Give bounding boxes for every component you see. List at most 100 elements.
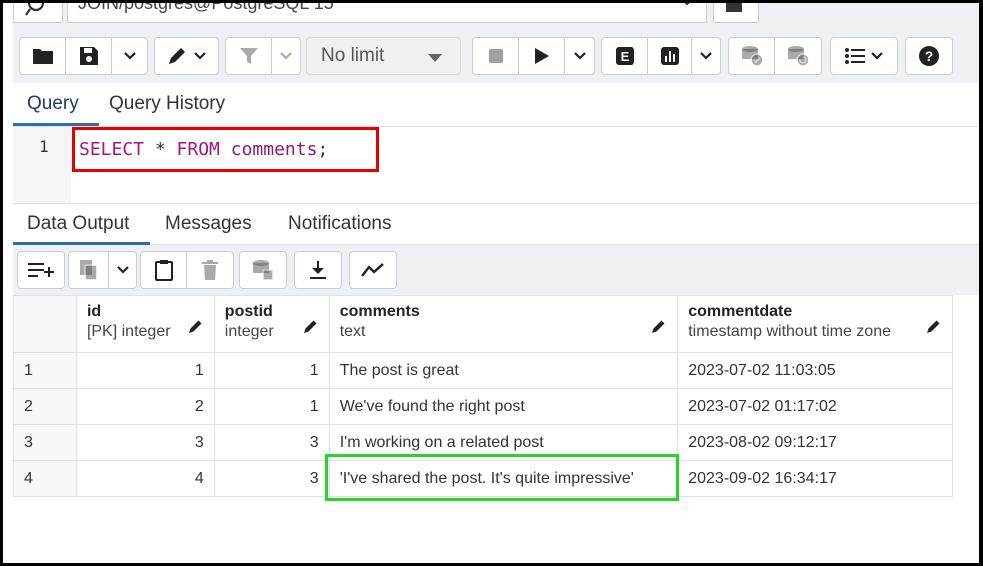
cell-commentdate[interactable]: 2023-07-02 11:03:05 [677, 352, 953, 389]
add-row-group [17, 251, 65, 289]
paste-button[interactable] [141, 252, 187, 288]
column-name: comments [339, 303, 420, 320]
tab-messages[interactable]: Messages [165, 213, 252, 235]
filter-icon [239, 48, 258, 64]
table-row[interactable]: 1 1 1 The post is great 2023-07-02 11:03… [13, 352, 953, 389]
row-number[interactable]: 2 [13, 388, 77, 425]
open-file-button[interactable] [20, 38, 66, 74]
column-name: id [86, 303, 102, 320]
explain-icon: E [615, 47, 634, 65]
line-gutter: 1 [13, 127, 71, 203]
commit-button[interactable] [729, 38, 775, 74]
row-number[interactable]: 1 [13, 352, 77, 389]
save-options-dropdown[interactable] [112, 38, 147, 74]
sql-editor[interactable]: 1 SELECT * FROM comments; [13, 127, 979, 203]
column-header-comments[interactable]: comments text [328, 295, 679, 353]
row-number[interactable]: 4 [13, 460, 77, 497]
explain-button[interactable]: E [602, 38, 648, 74]
connection-label: JOIN/postgres@PostgreSQL 15 [78, 0, 334, 13]
save-data-button[interactable] [240, 252, 286, 288]
download-icon [310, 261, 326, 279]
edit-menu-button[interactable] [155, 38, 218, 74]
new-connection-icon[interactable] [713, 3, 759, 23]
cell-commentdate[interactable]: 2023-08-02 09:12:17 [677, 424, 953, 461]
stop-button[interactable] [473, 38, 519, 74]
chevron-down-icon [123, 52, 136, 60]
tab-data-output[interactable]: Data Output [27, 213, 129, 235]
filter-options-dropdown[interactable] [272, 38, 300, 74]
pencil-icon[interactable] [651, 318, 667, 334]
macros-menu-button[interactable] [831, 38, 897, 74]
column-type: timestamp without time zone [688, 323, 891, 340]
column-header-postid[interactable]: postid integer [213, 295, 330, 353]
grid-header-row: id [PK] integer postid integer comments … [13, 295, 953, 353]
copy-icon [79, 260, 98, 281]
explain-analyze-button[interactable] [648, 38, 692, 74]
copy-options-dropdown[interactable] [109, 252, 136, 288]
tab-query-history[interactable]: Query History [109, 93, 225, 115]
pencil-icon[interactable] [926, 318, 942, 334]
help-group: ? [905, 37, 953, 75]
cell-id[interactable]: 1 [75, 352, 215, 389]
copy-button[interactable] [69, 252, 109, 288]
execute-button[interactable] [519, 38, 565, 74]
chevron-down-icon [280, 52, 292, 60]
download-button[interactable] [295, 252, 341, 288]
save-file-button[interactable] [66, 38, 112, 74]
play-icon [534, 48, 549, 64]
row-number[interactable]: 3 [13, 424, 77, 461]
file-group [19, 37, 148, 75]
rollback-button[interactable] [775, 38, 821, 74]
tab-notifications[interactable]: Notifications [288, 213, 392, 235]
query-tabs: Query Query History [13, 83, 979, 127]
paste-delete-group [140, 251, 234, 289]
table-row[interactable]: 2 2 1 We've found the right post 2023-07… [13, 388, 953, 425]
cell-postid[interactable]: 3 [213, 460, 330, 497]
cell-postid[interactable]: 3 [213, 424, 330, 461]
execute-options-dropdown[interactable] [565, 38, 594, 74]
line-chart-icon [361, 263, 384, 277]
chevron-down-icon [116, 266, 129, 274]
graph-visualiser-button[interactable] [350, 252, 396, 288]
filter-button[interactable] [226, 38, 272, 74]
trash-icon [202, 260, 218, 280]
caret-down-icon [428, 54, 442, 62]
delete-row-button[interactable] [187, 252, 233, 288]
cell-comments[interactable]: The post is great [328, 352, 679, 389]
cell-commentdate[interactable]: 2023-09-02 16:34:17 [677, 460, 953, 497]
cell-commentdate[interactable]: 2023-07-02 01:17:02 [677, 388, 953, 425]
svg-text:?: ? [925, 48, 934, 64]
add-row-button[interactable] [18, 252, 64, 288]
help-icon: ? [919, 46, 939, 66]
column-header-commentdate[interactable]: commentdate timestamp without time zone [677, 295, 953, 353]
pencil-icon[interactable] [188, 318, 204, 334]
connection-select[interactable]: JOIN/postgres@PostgreSQL 15 [67, 0, 707, 23]
cell-id[interactable]: 4 [75, 460, 215, 497]
explain-group: E [601, 37, 721, 75]
save-icon [79, 47, 98, 65]
cell-comments[interactable]: We've found the right post [328, 388, 679, 425]
transaction-group [728, 37, 822, 75]
bar-chart-icon [660, 47, 679, 65]
chevron-down-icon [684, 3, 690, 6]
cell-id[interactable]: 2 [75, 388, 215, 425]
connection-status-icon[interactable] [13, 3, 63, 23]
row-limit-select[interactable]: No limit [306, 37, 461, 75]
explain-options-dropdown[interactable] [692, 38, 720, 74]
graph-group [349, 251, 397, 289]
connection-bar: JOIN/postgres@PostgreSQL 15 [13, 0, 979, 29]
cell-postid[interactable]: 1 [213, 352, 330, 389]
tab-query[interactable]: Query [27, 93, 79, 115]
chevron-down-icon [193, 52, 206, 60]
row-limit-value: No limit [321, 45, 385, 66]
macros-group [830, 37, 898, 75]
column-header-id[interactable]: id [PK] integer [75, 295, 215, 353]
stop-icon [488, 49, 503, 63]
download-group [294, 251, 342, 289]
cell-postid[interactable]: 1 [213, 388, 330, 425]
cell-highlight-box [325, 454, 679, 501]
cell-id[interactable]: 3 [75, 424, 215, 461]
pencil-icon[interactable] [303, 318, 319, 334]
save-data-icon [253, 260, 274, 281]
help-button[interactable]: ? [906, 38, 952, 74]
